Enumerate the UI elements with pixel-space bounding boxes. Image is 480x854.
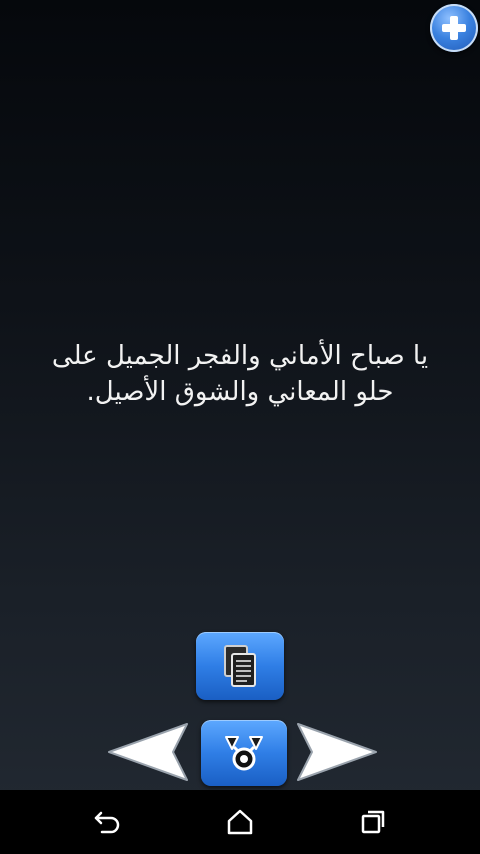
message-screen: يا صباح الأماني والفجر الجميل على حلو ال… <box>0 0 480 790</box>
next-button[interactable] <box>292 722 378 782</box>
message-text: يا صباح الأماني والفجر الجميل على حلو ال… <box>51 341 429 407</box>
recents-button[interactable] <box>353 804 393 840</box>
system-navigation-bar <box>0 790 480 854</box>
plus-icon <box>442 16 466 40</box>
arrow-right-icon <box>297 723 377 781</box>
home-icon <box>227 809 253 835</box>
copy-button[interactable] <box>196 632 284 700</box>
recents-icon <box>361 810 385 834</box>
back-button[interactable] <box>87 804 127 840</box>
copy-icon <box>224 645 256 687</box>
home-button[interactable] <box>220 804 260 840</box>
add-button[interactable] <box>430 4 478 52</box>
share-button[interactable] <box>201 720 287 786</box>
previous-button[interactable] <box>107 722 193 782</box>
share-icon <box>225 736 263 771</box>
arrow-left-icon <box>108 723 188 781</box>
back-icon <box>94 811 120 834</box>
